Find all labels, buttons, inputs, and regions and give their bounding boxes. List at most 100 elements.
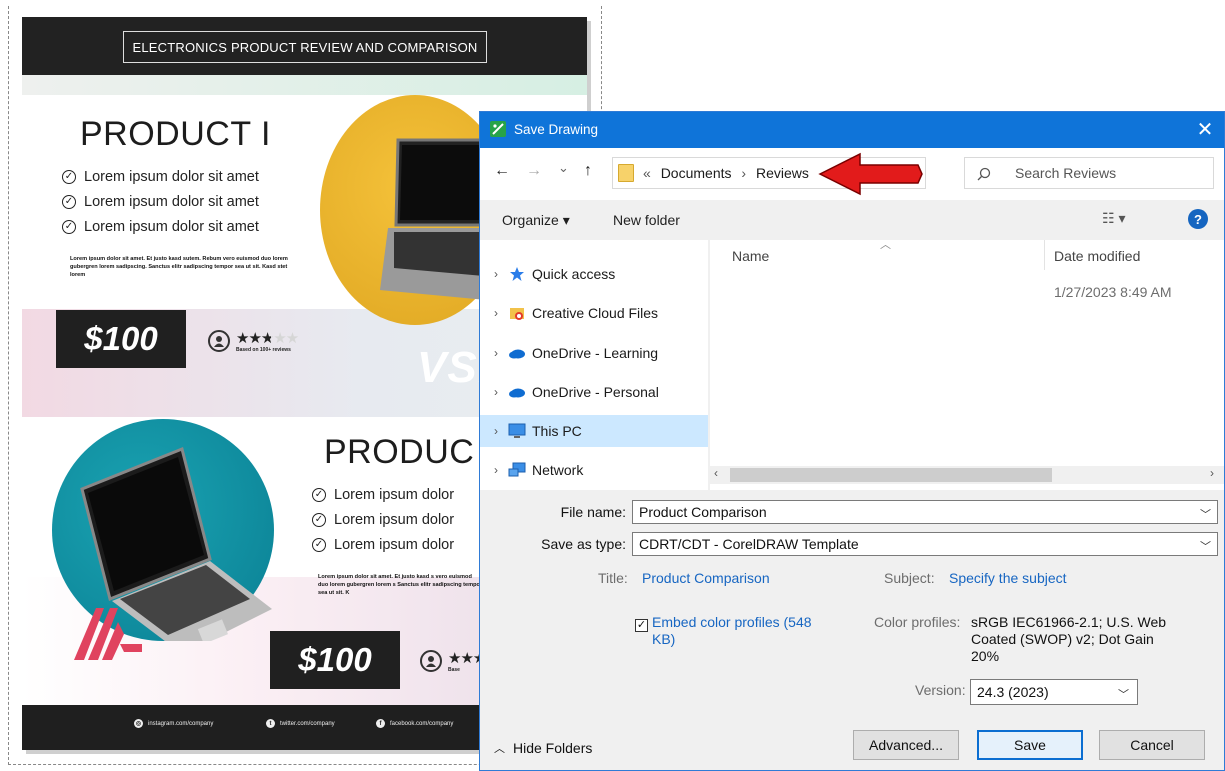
up-arrow-icon[interactable]: ↑ (584, 162, 592, 180)
check-icon: ✓ (312, 513, 326, 527)
subject-label: Subject: (884, 570, 935, 586)
creative-cloud-icon (508, 305, 526, 321)
hide-folders-toggle[interactable]: ︿ Hide Folders (494, 740, 592, 756)
horizontal-scrollbar[interactable]: ‹ › (710, 466, 1224, 484)
product1-bullets: ✓ Lorem ipsum dolor sit amet ✓ Lorem ipsum… (62, 169, 259, 235)
check-icon: ✓ (312, 538, 326, 552)
sidebar-item-onedrive-learning[interactable]: › OneDrive - Learning (480, 337, 708, 369)
column-header-date[interactable]: Date modified (1054, 248, 1140, 264)
sort-ascending-icon: ︿ (880, 239, 891, 251)
breadcrumb-documents[interactable]: Documents (661, 165, 732, 181)
expand-chevron-icon[interactable]: › (484, 385, 508, 399)
check-icon: ✓ (62, 195, 76, 209)
search-box[interactable]: Search Reviews (964, 157, 1214, 189)
star-rating: ★★★★★ ★★★★★ (236, 330, 299, 347)
bullet-item: ✓ Lorem ipsum dolor sit amet (62, 194, 259, 210)
command-toolbar: Organize ▾ New folder ☷ ▾ ? (480, 200, 1224, 240)
file-date-modified[interactable]: 1/27/2023 8:49 AM (1054, 284, 1172, 300)
file-list-pane[interactable]: Name ︿ Date modified 1/27/2023 8:49 AM (710, 239, 1224, 490)
forward-arrow-icon[interactable]: → (526, 162, 542, 180)
rating-caption: Based on 100+ reviews (236, 347, 291, 353)
coreldraw-app-icon (490, 121, 506, 137)
scroll-left-icon[interactable]: ‹ (714, 466, 718, 480)
bullet-item: ✓ Lorem ipsum dolor (312, 487, 454, 503)
help-icon[interactable]: ? (1188, 209, 1208, 229)
title-value[interactable]: Product Comparison (642, 570, 770, 586)
expand-chevron-icon[interactable]: › (484, 306, 508, 320)
expand-chevron-icon[interactable]: › (484, 424, 508, 438)
sidebar-item-onedrive-personal[interactable]: › OneDrive - Personal (480, 376, 708, 408)
product1-description: Lorem ipsum dolor sit amet. Et justo kas… (70, 256, 288, 278)
navigation-pane: › Quick access › Creative Cloud Files › One… (480, 240, 708, 490)
social-instagram: ◎ instagram.com/company (134, 719, 214, 728)
twitter-icon: t (266, 719, 275, 728)
check-icon: ✓ (62, 170, 76, 184)
product2-description: Lorem ipsum dolor sit amet. Et justo kas… (318, 574, 483, 596)
advanced-button[interactable]: Advanced... (853, 730, 959, 760)
breadcrumb-reviews[interactable]: Reviews (756, 165, 809, 181)
view-options-icon[interactable]: ☷ ▾ (1102, 210, 1125, 227)
breadcrumb: « Documents › Reviews (643, 165, 809, 181)
sidebar-item-quick-access[interactable]: › Quick access (480, 258, 708, 290)
product1-rating: ★★★★★ ★★★★★ Based on 100+ reviews (208, 329, 299, 353)
scrollbar-thumb[interactable] (730, 468, 1052, 482)
sidebar-item-creative-cloud[interactable]: › Creative Cloud Files (480, 297, 708, 329)
poster-top-gradient (22, 75, 587, 95)
product1-price: $100 (56, 310, 186, 368)
bullet-item: ✓ Lorem ipsum dolor sit amet (62, 219, 259, 235)
check-icon: ✓ (312, 488, 326, 502)
facebook-icon: f (376, 719, 385, 728)
instagram-icon: ◎ (134, 719, 143, 728)
user-icon (208, 330, 230, 352)
computer-icon (508, 423, 526, 439)
check-icon: ✓ (62, 220, 76, 234)
sidebar-item-network[interactable]: › Network (480, 454, 708, 486)
column-header-name[interactable]: Name (732, 248, 769, 264)
bullet-item: ✓ Lorem ipsum dolor (312, 537, 454, 553)
save-as-type-label: Save as type: (541, 536, 626, 552)
star-icon (508, 266, 526, 282)
title-label: Title: (598, 570, 628, 586)
product2-price: $100 (270, 631, 400, 689)
chevron-up-icon: ︿ (494, 743, 505, 755)
dialog-titlebar[interactable]: Save Drawing ✕ (480, 112, 1224, 148)
color-profiles-label: Color profiles: (874, 614, 961, 630)
annotation-arrow (818, 152, 923, 196)
subject-value[interactable]: Specify the subject (949, 570, 1067, 586)
save-drawing-dialog: Save Drawing ✕ ← → ⌄ ↑ « Documents › Rev… (479, 111, 1225, 771)
embed-profiles-label[interactable]: Embed color profiles (548 KB) (652, 614, 832, 648)
organize-menu[interactable]: Organize ▾ (502, 212, 570, 229)
cloud-icon (508, 384, 526, 400)
dialog-title: Save Drawing (514, 122, 599, 137)
sidebar-item-this-pc[interactable]: › This PC (480, 415, 708, 447)
back-arrow-icon[interactable]: ← (494, 162, 510, 180)
dropdown-chevron-icon[interactable]: ﹀ (1200, 506, 1211, 522)
embed-profiles-checkbox[interactable]: ✓ (635, 619, 648, 632)
color-profiles-value: sRGB IEC61966-2.1; U.S. Web Coated (SWOP… (971, 614, 1167, 664)
save-as-type-select[interactable]: CDRT/CDT - CorelDRAW Template ﹀ (632, 532, 1218, 556)
new-folder-button[interactable]: New folder (613, 212, 680, 228)
network-icon (508, 462, 526, 478)
version-select[interactable]: 24.3 (2023) ﹀ (970, 679, 1138, 705)
save-button[interactable]: Save (977, 730, 1083, 760)
recent-locations-chevron-icon[interactable]: ⌄ (558, 160, 569, 176)
product1-title: PRODUCT I (80, 115, 271, 153)
file-name-field[interactable]: Product Comparison ﹀ (632, 500, 1218, 524)
bullet-item: ✓ Lorem ipsum dolor sit amet (62, 169, 259, 185)
column-divider[interactable] (1044, 240, 1045, 270)
expand-chevron-icon[interactable]: › (484, 346, 508, 360)
dropdown-chevron-icon[interactable]: ﹀ (1118, 686, 1129, 702)
version-label: Version: (915, 682, 966, 698)
cancel-button[interactable]: Cancel (1099, 730, 1205, 760)
user-icon (420, 650, 442, 672)
company-logo (74, 608, 142, 660)
close-icon[interactable]: ✕ (1192, 117, 1218, 142)
expand-chevron-icon[interactable]: › (484, 267, 508, 281)
scroll-right-icon[interactable]: › (1210, 466, 1214, 480)
product2-title: PRODUC (324, 433, 475, 471)
dropdown-chevron-icon[interactable]: ﹀ (1200, 538, 1211, 554)
search-placeholder: Search Reviews (1015, 165, 1117, 181)
expand-chevron-icon[interactable]: › (484, 463, 508, 477)
poster-header-title: ELECTRONICS PRODUCT REVIEW AND COMPARISO… (123, 31, 487, 63)
file-name-label: File name: (560, 504, 626, 520)
